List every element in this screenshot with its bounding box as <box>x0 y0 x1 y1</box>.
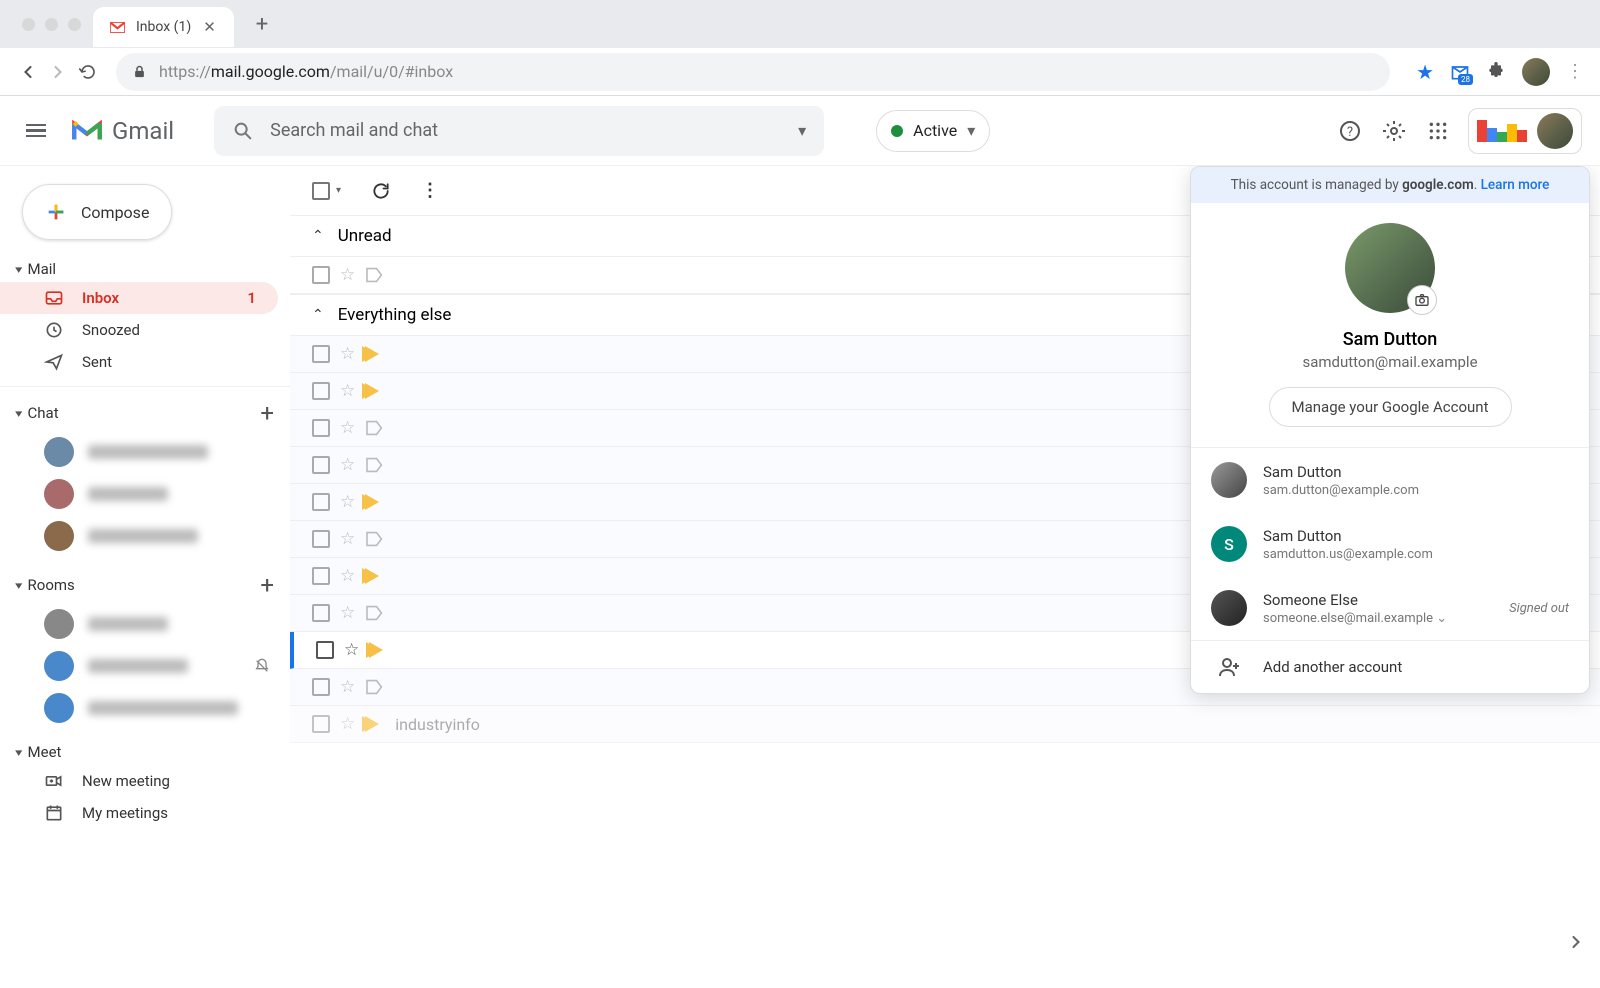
inbox-icon <box>44 288 64 308</box>
nav-forward-button[interactable] <box>46 60 70 84</box>
account-popover: This account is managed by google.com. L… <box>1190 166 1590 694</box>
room-item[interactable] <box>0 603 290 645</box>
presence-dot-icon <box>891 125 903 137</box>
section-mail-header[interactable]: ▾ Mail <box>0 256 290 282</box>
avatar <box>1211 462 1247 498</box>
clock-icon <box>44 320 64 340</box>
account-switcher[interactable] <box>1468 108 1582 154</box>
gmail-header: Gmail ▾ Active ▾ ? <box>0 96 1600 166</box>
room-item[interactable] <box>0 645 290 687</box>
tab-title: Inbox (1) <box>136 19 191 35</box>
chevron-down-icon: ⌄ <box>1436 611 1447 626</box>
nav-reload-button[interactable] <box>76 60 100 84</box>
compose-button[interactable]: Compose <box>22 184 172 240</box>
svg-text:?: ? <box>1347 125 1353 140</box>
label-chip-icon[interactable] <box>365 265 385 285</box>
close-tab-icon[interactable]: ✕ <box>201 18 218 36</box>
hamburger-menu-icon[interactable] <box>18 113 54 149</box>
side-panel-toggle-icon[interactable] <box>1566 932 1586 952</box>
sidebar-item-snoozed[interactable]: Snoozed <box>0 314 278 346</box>
browser-tab[interactable]: Inbox (1) ✕ <box>93 7 234 47</box>
search-box[interactable]: ▾ <box>214 106 824 156</box>
window-controls[interactable] <box>10 18 93 31</box>
mute-icon <box>254 658 270 674</box>
account-row[interactable]: Someone Else someone.else@mail.example ⌄… <box>1191 576 1589 640</box>
user-avatar <box>1537 113 1573 149</box>
presence-selector[interactable]: Active ▾ <box>876 110 990 152</box>
search-icon <box>232 120 254 142</box>
star-icon[interactable]: ☆ <box>340 265 355 285</box>
learn-more-link[interactable]: Learn more <box>1481 177 1550 193</box>
chrome-profile-avatar[interactable] <box>1522 58 1550 86</box>
chevron-up-icon: ⌃ <box>312 228 324 244</box>
chat-contact[interactable] <box>0 515 290 557</box>
new-tab-button[interactable]: + <box>256 12 268 37</box>
more-actions-button[interactable]: ⋮ <box>421 180 439 201</box>
extensions-puzzle-icon[interactable] <box>1486 62 1506 82</box>
chevron-up-icon: ⌃ <box>312 307 324 323</box>
app-grid-icon[interactable] <box>1424 117 1452 145</box>
sidebar-item-my-meetings[interactable]: My meetings <box>0 797 278 829</box>
avatar <box>1211 590 1247 626</box>
refresh-button[interactable] <box>371 181 391 201</box>
browser-tab-strip: Inbox (1) ✕ + <box>0 0 1600 48</box>
email-sender: industryinfo <box>395 715 600 734</box>
address-bar[interactable]: https://mail.google.com/mail/u/0/#inbox <box>116 53 1390 91</box>
search-options-caret-icon[interactable]: ▾ <box>798 121 806 140</box>
gmail-wordmark: Gmail <box>112 117 174 145</box>
add-account-button[interactable]: Add another account <box>1191 641 1589 693</box>
section-rooms-header[interactable]: ▾ Rooms + <box>0 567 290 603</box>
gmail-logo[interactable]: Gmail <box>70 114 174 148</box>
settings-gear-icon[interactable] <box>1380 117 1408 145</box>
caret-down-icon: ▾ <box>15 746 22 759</box>
section-chat-header[interactable]: ▾ Chat + <box>0 395 290 431</box>
manage-account-button[interactable]: Manage your Google Account <box>1269 387 1512 427</box>
workspace-icon <box>1477 120 1527 142</box>
url-text: https://mail.google.com/mail/u/0/#inbox <box>159 62 453 81</box>
support-icon[interactable]: ? <box>1336 117 1364 145</box>
account-name: Sam Dutton <box>1211 329 1569 350</box>
nav-back-button[interactable] <box>16 60 40 84</box>
select-all-checkbox[interactable]: ▾ <box>312 182 341 200</box>
sidebar-item-new-meeting[interactable]: New meeting <box>0 765 278 797</box>
gmail-favicon-icon <box>109 19 126 36</box>
row-checkbox[interactable] <box>312 266 330 284</box>
presence-caret-icon: ▾ <box>967 121 975 140</box>
lock-icon <box>132 64 147 79</box>
bookmark-star-icon[interactable]: ★ <box>1416 60 1434 84</box>
search-input[interactable] <box>270 120 798 141</box>
account-status: Signed out <box>1509 601 1569 616</box>
chrome-menu-icon[interactable]: ⋮ <box>1566 61 1584 82</box>
camera-icon[interactable] <box>1407 285 1437 315</box>
email-row[interactable]: ☆ industryinfo <box>290 706 1600 743</box>
gmail-logo-icon <box>70 114 104 148</box>
chat-contact[interactable] <box>0 473 290 515</box>
managed-banner: This account is managed by google.com. L… <box>1191 167 1589 203</box>
send-icon <box>44 352 64 372</box>
avatar-initial: S <box>1211 526 1247 562</box>
caret-down-icon: ▾ <box>15 263 22 276</box>
room-item[interactable] <box>0 687 290 729</box>
chat-contact[interactable] <box>0 431 290 473</box>
mail-list-panel: ▾ ⋮ ⌃ Unread ☆ ⌃ Everything else <box>290 166 1600 988</box>
add-chat-icon[interactable]: + <box>260 399 274 427</box>
sidebar-item-inbox[interactable]: Inbox 1 <box>0 282 278 314</box>
extension-icon[interactable]: 28 <box>1450 62 1470 82</box>
account-email: samdutton@mail.example <box>1211 353 1569 371</box>
caret-down-icon: ▾ <box>15 579 22 592</box>
video-plus-icon <box>44 771 64 791</box>
account-row[interactable]: S Sam Dutton samdutton.us@example.com <box>1191 512 1589 576</box>
browser-toolbar: https://mail.google.com/mail/u/0/#inbox … <box>0 48 1600 96</box>
sidebar-item-sent[interactable]: Sent <box>0 346 278 378</box>
caret-down-icon: ▾ <box>15 407 22 420</box>
section-meet-header[interactable]: ▾ Meet <box>0 739 290 765</box>
calendar-icon <box>44 803 64 823</box>
person-add-icon <box>1211 655 1247 679</box>
account-row[interactable]: Sam Dutton sam.dutton@example.com <box>1191 448 1589 512</box>
add-room-icon[interactable]: + <box>260 571 274 599</box>
plus-multicolor-icon <box>45 201 67 223</box>
sidebar: Compose ▾ Mail Inbox 1 Snoozed Sent <box>0 166 290 988</box>
